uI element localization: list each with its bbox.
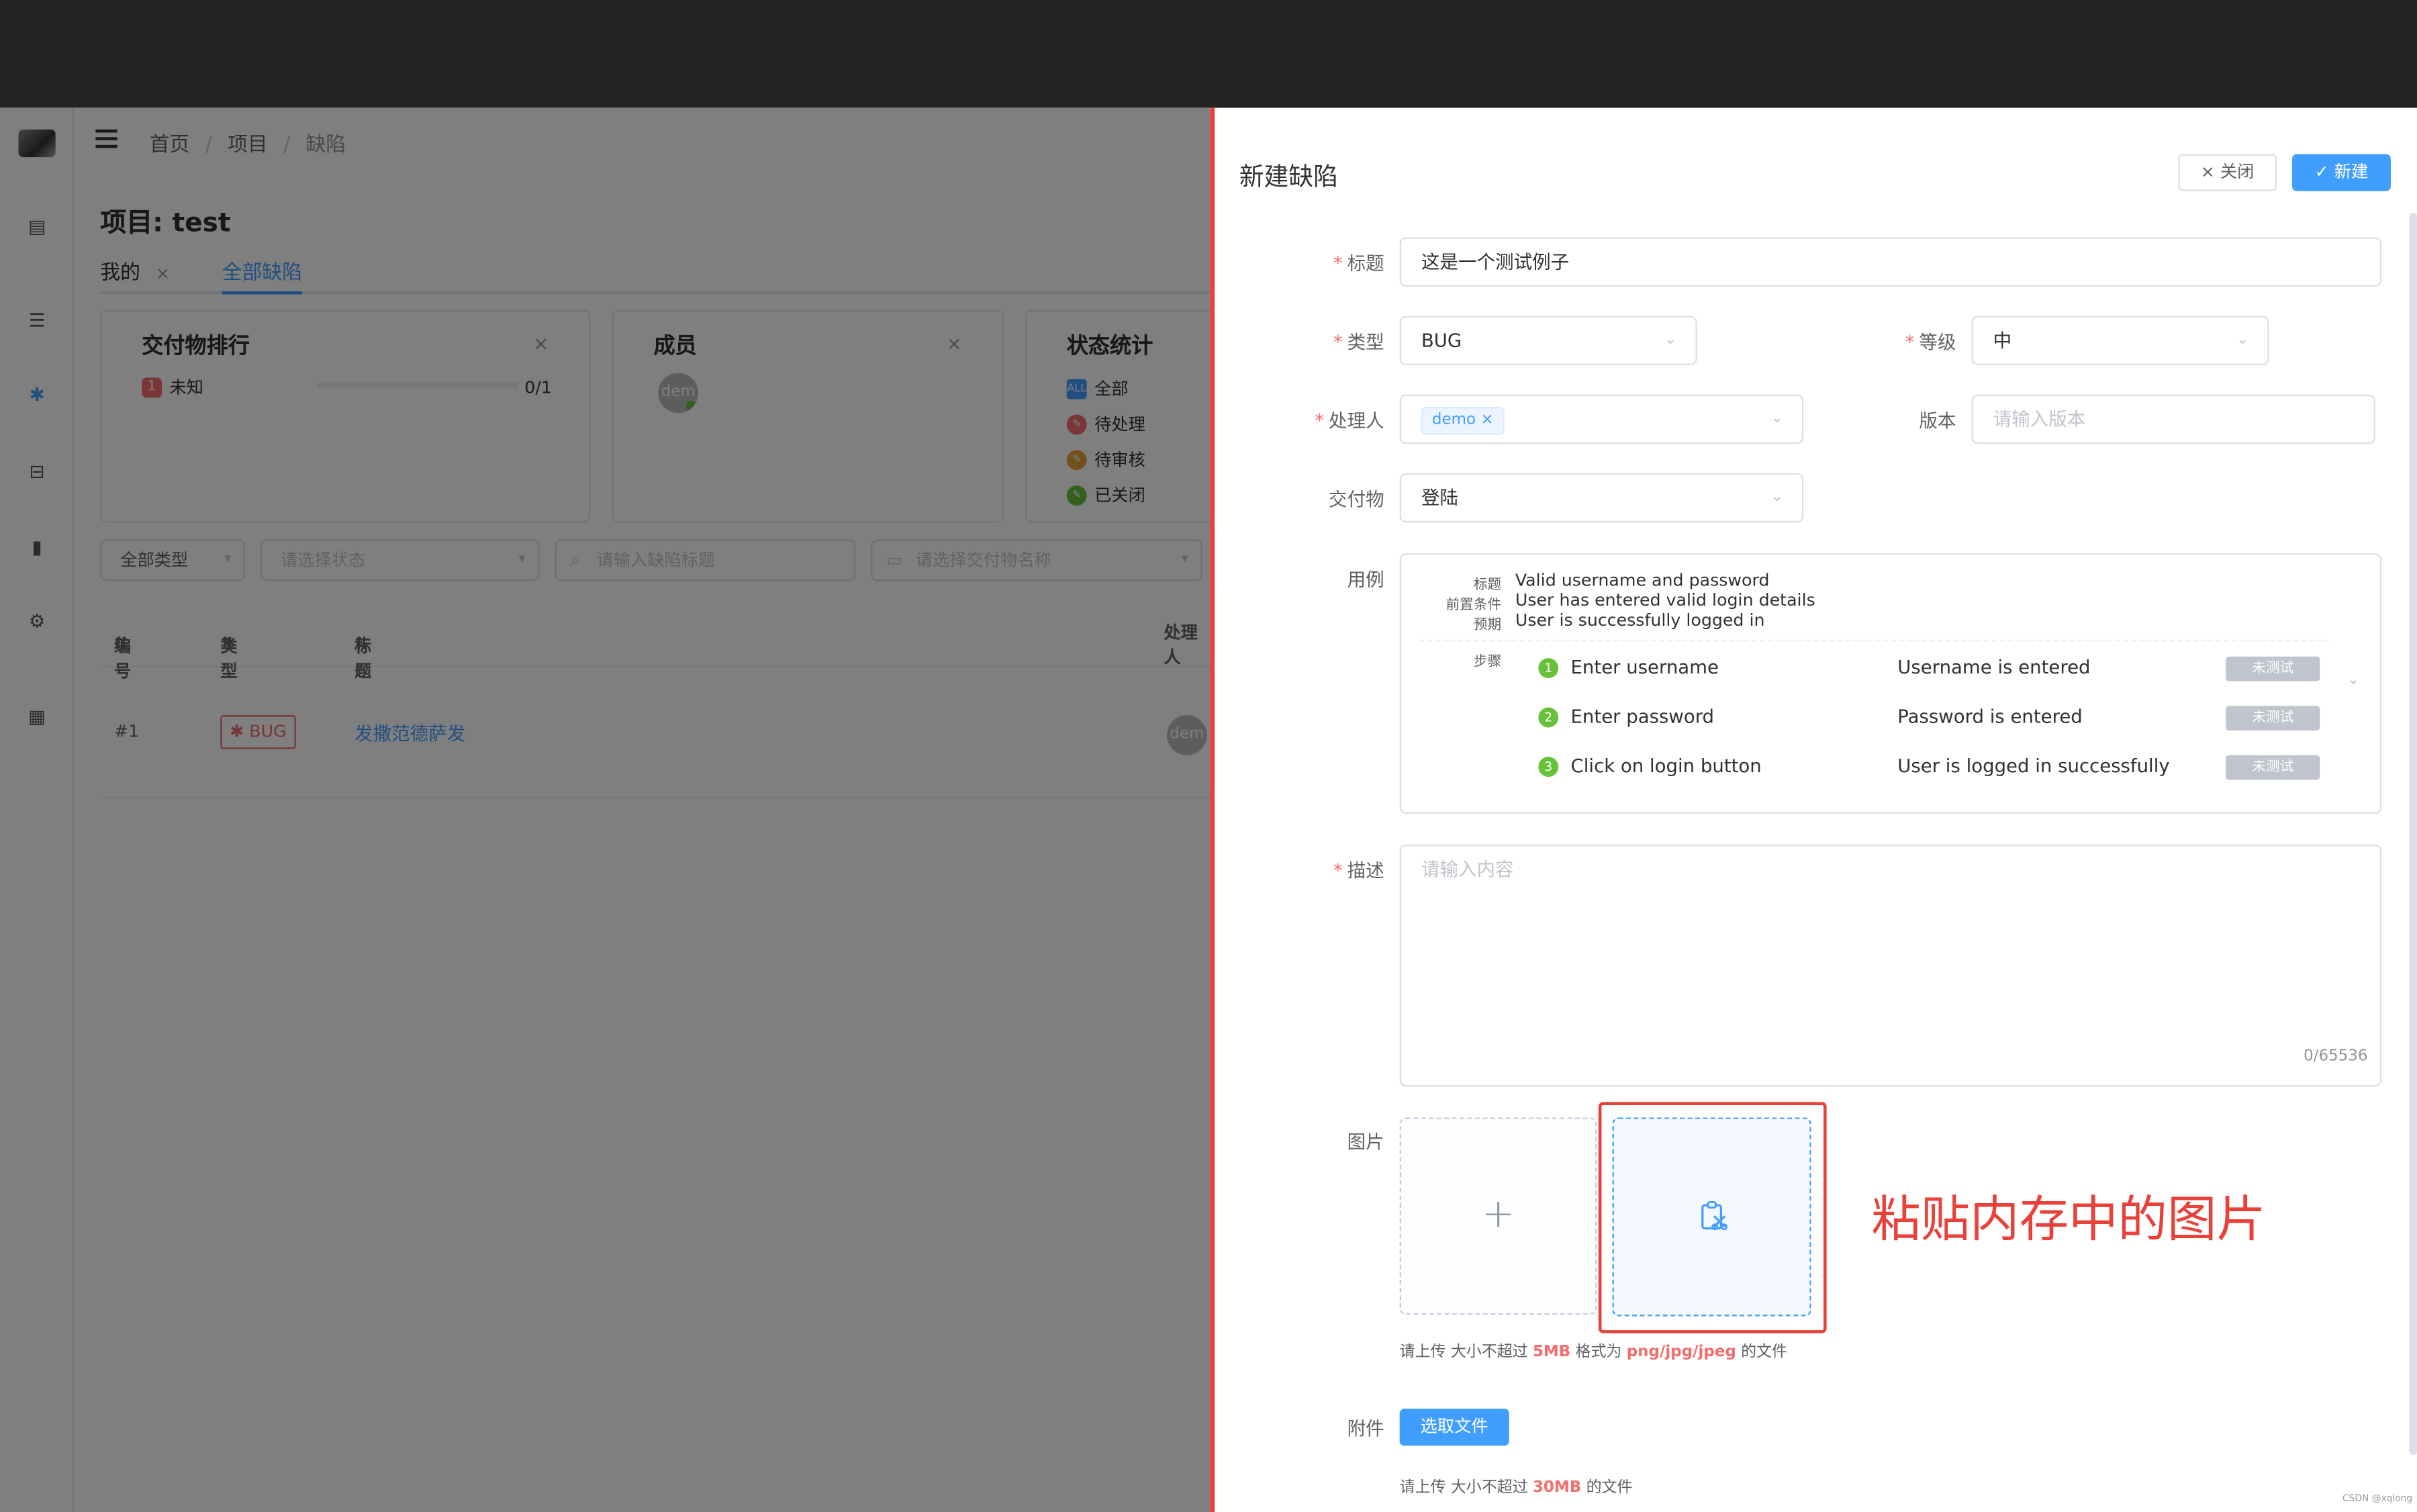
case-pre-value: User has entered valid login details <box>1515 590 1815 611</box>
description-placeholder: 请输入内容 <box>1421 858 1514 880</box>
step-action: Enter username <box>1570 656 1719 679</box>
assignee-label: * 处理人 <box>1245 407 1384 433</box>
watermark: CSDN @xqlong <box>2342 1493 2413 1505</box>
case-label: 用例 <box>1347 569 1384 591</box>
chevron-down-icon: ⌄ <box>2236 331 2249 348</box>
close-icon: × <box>2200 162 2215 182</box>
case-expect-value: User is successfully logged in <box>1515 610 1765 630</box>
chevron-down-icon[interactable]: ⌄ <box>2347 672 2360 689</box>
step-status-tag: 未测试 <box>2226 656 2320 681</box>
case-pre-key: 前置条件 <box>1446 598 1502 614</box>
title-label: * 标题 <box>1245 250 1384 276</box>
level-label: * 等级 <box>1817 328 1956 355</box>
tip-size: 5MB <box>1532 1343 1571 1362</box>
chevron-down-icon: ⌄ <box>1664 331 1677 348</box>
image-upload-tip: 请上传 大小不超过 5MB 格式为 png/jpg/jpeg 的文件 <box>1400 1338 1787 1361</box>
step-result: User is logged in successfully <box>1897 755 2170 777</box>
drawer-scrollbar[interactable] <box>2409 212 2417 1456</box>
image-upload-button[interactable]: + <box>1399 1117 1597 1315</box>
tip-format: png/jpg/jpeg <box>1626 1343 1736 1362</box>
level-select-value: 中 <box>1993 330 2012 352</box>
required-mark: * <box>1905 331 1915 353</box>
type-select-value: BUG <box>1421 330 1462 352</box>
chevron-down-icon: ⌄ <box>1770 410 1784 427</box>
step-result: Password is entered <box>1897 706 2083 728</box>
step-status-tag: 未测试 <box>2226 706 2320 731</box>
case-divider <box>1419 639 2330 641</box>
step-number: 2 <box>1538 707 1559 728</box>
app: ▤ ☰ ✱ ⊟ ▮ ⚙ ▦ 首页 / 项目 / 缺陷 项目: test 我的× … <box>0 107 2417 1512</box>
close-button[interactable]: × 关闭 <box>2178 154 2277 191</box>
desc-label: * 描述 <box>1245 857 1384 883</box>
required-mark: * <box>1333 859 1343 882</box>
attachment-label: 附件 <box>1347 1417 1384 1440</box>
step-number: 3 <box>1538 757 1559 777</box>
case-title-key: 标题 <box>1473 577 1502 594</box>
tip-text: 的文件 <box>1736 1343 1787 1362</box>
assignee-chip: demo × <box>1421 406 1505 434</box>
step-result: Username is entered <box>1897 656 2091 679</box>
desc-label-text: 描述 <box>1347 859 1384 882</box>
step-action: Enter password <box>1570 706 1715 728</box>
case-expect-key: 预期 <box>1473 618 1502 634</box>
choose-file-button[interactable]: 选取文件 <box>1399 1409 1509 1446</box>
chip-close-icon[interactable]: × <box>1480 411 1493 428</box>
case-steps-key: 步骤 <box>1473 655 1502 671</box>
tip-size: 30MB <box>1532 1479 1582 1497</box>
window-top-bar <box>0 0 2417 108</box>
paste-image-area[interactable] <box>1612 1117 1811 1317</box>
plus-icon: + <box>1481 1191 1515 1238</box>
clipboard-paste-icon <box>1701 1201 1728 1231</box>
type-label-text: 类型 <box>1347 331 1384 353</box>
required-mark: * <box>1333 252 1343 275</box>
assignee-chip-label: demo <box>1431 410 1476 428</box>
required-mark: * <box>1315 410 1325 432</box>
create-button[interactable]: ✓ 新建 <box>2292 154 2391 191</box>
tip-text: 请上传 大小不超过 <box>1399 1343 1533 1362</box>
step-action: Click on login button <box>1570 755 1762 777</box>
deliverable-select-value: 登陆 <box>1421 487 1458 509</box>
attachment-tip: 请上传 大小不超过 30MB 的文件 <box>1400 1474 1633 1497</box>
test-case-box: 标题 Valid username and password 前置条件 User… <box>1399 553 2382 814</box>
modal-overlay[interactable] <box>0 107 1215 1512</box>
tip-text: 的文件 <box>1581 1479 1633 1497</box>
step-status-tag: 未测试 <box>2226 755 2320 780</box>
tip-text: 格式为 <box>1570 1343 1627 1362</box>
version-label: 版本 <box>1919 410 1956 432</box>
drawer-title: 新建缺陷 <box>1239 162 1338 191</box>
close-button-label: 关闭 <box>2220 162 2255 182</box>
deliverable-select[interactable]: 登陆 ⌄ <box>1399 473 1804 523</box>
create-button-label: 新建 <box>2334 162 2369 182</box>
level-label-text: 等级 <box>1919 331 1956 353</box>
description-textarea[interactable]: 请输入内容 0/65536 <box>1399 844 2382 1087</box>
chevron-down-icon: ⌄ <box>1770 488 1784 506</box>
deliverable-label: 交付物 <box>1329 488 1384 510</box>
step-number: 1 <box>1538 658 1559 679</box>
type-select[interactable]: BUG ⌄ <box>1399 316 1697 366</box>
type-label: * 类型 <box>1245 328 1384 355</box>
image-label: 图片 <box>1347 1131 1384 1153</box>
tip-text: 请上传 大小不超过 <box>1399 1479 1533 1497</box>
version-input[interactable]: 请输入版本 <box>1971 394 2375 444</box>
new-bug-drawer: 新建缺陷 × 关闭 ✓ 新建 * 标题 这是一个测试例子 * 类型 BUG ⌄ * 等级… <box>1210 107 2417 1512</box>
level-select[interactable]: 中 ⌄ <box>1971 316 2269 366</box>
char-counter: 0/65536 <box>2304 1048 2368 1066</box>
annotation-text: 粘贴内存中的图片 <box>1871 1190 2267 1249</box>
title-input[interactable]: 这是一个测试例子 <box>1399 237 2382 287</box>
required-mark: * <box>1333 331 1343 353</box>
assignee-label-text: 处理人 <box>1329 410 1384 432</box>
edit-check-icon: ✓ <box>2314 162 2329 182</box>
title-label-text: 标题 <box>1347 252 1384 275</box>
assignee-select[interactable]: demo × ⌄ <box>1399 394 1804 444</box>
case-title-value: Valid username and password <box>1515 570 1770 591</box>
